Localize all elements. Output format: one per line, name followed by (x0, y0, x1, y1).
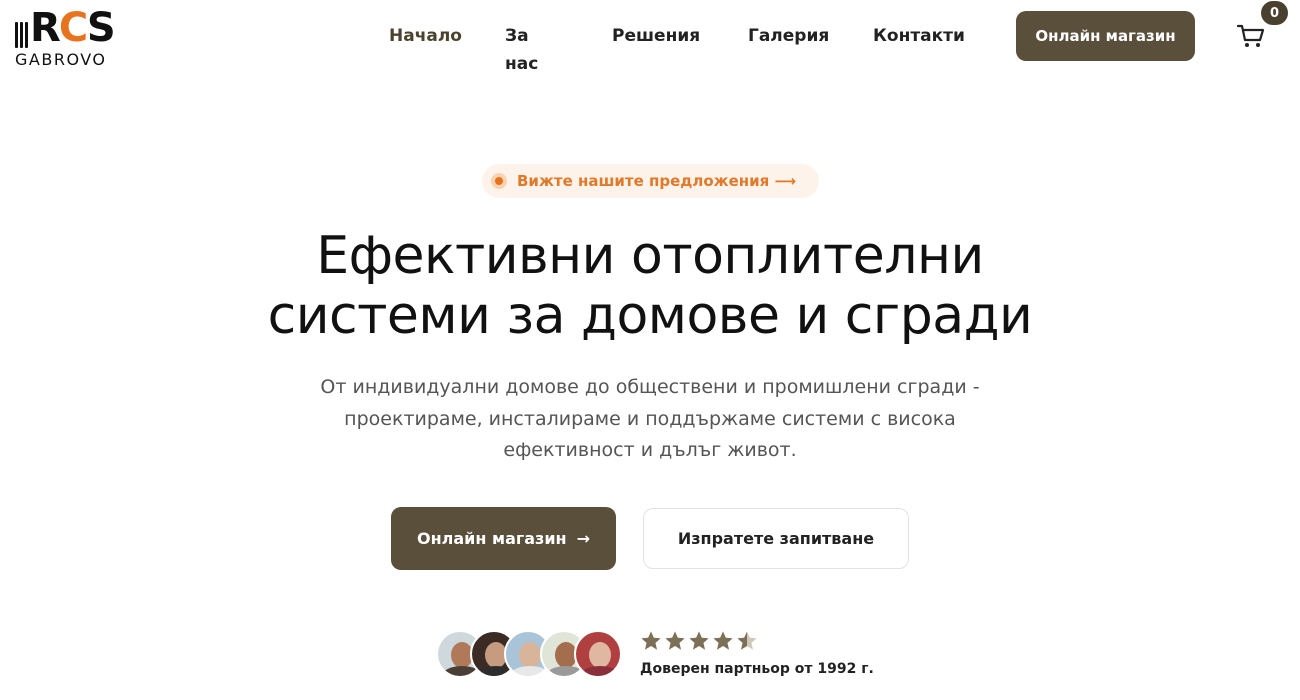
nav-item-home[interactable]: Начало (389, 22, 462, 50)
hero-title-line-2: системи за домове и сгради (267, 286, 1033, 346)
logo-subtitle: GABROVO (15, 50, 107, 69)
rating-text: Доверен партньор от 1992 г. (640, 661, 874, 677)
hero-subtitle-line-2: проектираме, инсталираме и поддържаме си… (344, 407, 956, 430)
star-icon (641, 631, 661, 650)
nav-item-about[interactable]: За нас (505, 22, 538, 78)
hero-subtitle-line-3: ефективност и дълъг живот. (503, 439, 797, 461)
arrow-right-icon: → (576, 529, 590, 548)
nav-item-gallery[interactable]: Галерия (748, 22, 829, 50)
cart-icon[interactable] (1236, 22, 1266, 50)
rating-stars (640, 630, 758, 652)
nav-item-solutions[interactable]: Решения (612, 22, 700, 50)
avatar (574, 630, 622, 678)
header-shop-button[interactable]: Онлайн магазин (1016, 11, 1195, 61)
hero-title: Ефективни отоплителни системи за домове … (200, 226, 1100, 346)
nav-item-contacts[interactable]: Контакти (873, 22, 965, 50)
star-icon (689, 631, 709, 650)
logo-letter-r: R (30, 5, 61, 51)
site-header: RCS GABROVO Начало За нас Решения Галери… (0, 0, 1300, 74)
logo-letter-c: C (58, 5, 89, 51)
hero-shop-button[interactable]: Онлайн магазин → (391, 507, 616, 570)
send-inquiry-button[interactable]: Изпратете запитване (643, 508, 909, 569)
star-icon (737, 631, 757, 650)
radiator-icon (15, 18, 29, 48)
logo-letter-s: S (86, 5, 116, 51)
hero-title-line-1: Ефективни отоплителни (316, 226, 984, 286)
logo[interactable]: RCS GABROVO (15, 6, 123, 69)
logo-mark: RCS (15, 6, 123, 48)
star-icon (665, 631, 685, 650)
offers-pill-link[interactable]: Вижте нашите предложения ⟶ (482, 164, 819, 198)
hero-subtitle-line-1: От индивидуални домове до обществени и п… (320, 376, 980, 398)
customer-avatars (436, 630, 626, 680)
cart-count-badge: 0 (1261, 1, 1288, 25)
logo-letters: RCS (30, 5, 116, 51)
pulse-dot-icon (491, 173, 507, 189)
star-icon (713, 631, 733, 650)
hero-shop-button-label: Онлайн магазин (416, 529, 567, 548)
hero-subtitle: От индивидуални домове до обществени и п… (250, 372, 1050, 467)
offers-pill-label: Вижте нашите предложения ⟶ (517, 172, 796, 190)
